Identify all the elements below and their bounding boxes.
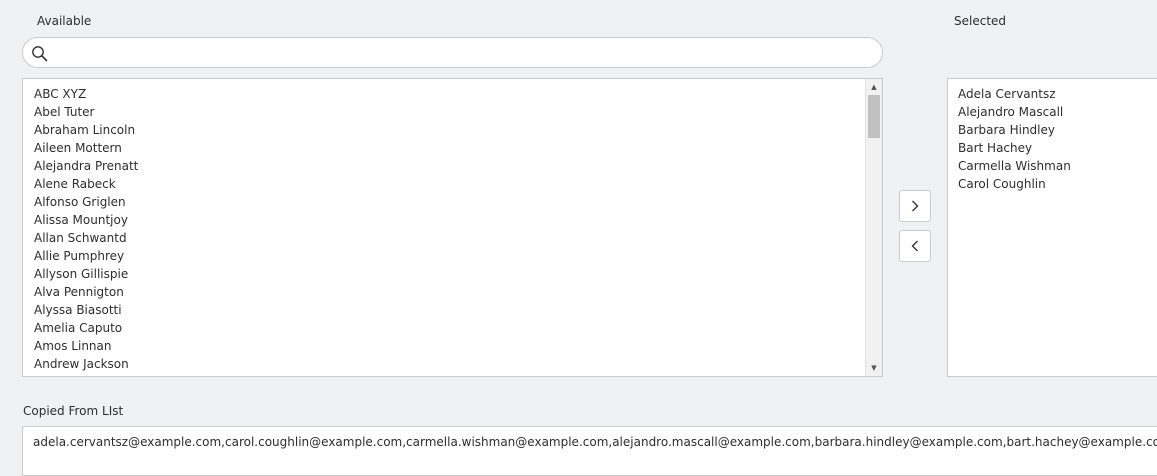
available-label: Available	[37, 14, 92, 28]
chevron-left-icon	[911, 240, 918, 252]
available-scrollbar[interactable]: ▲ ▼	[865, 79, 882, 376]
selected-label: Selected	[954, 14, 1007, 28]
scrollbar-thumb[interactable]	[868, 95, 880, 138]
available-list-item[interactable]: Amelia Caputo	[23, 319, 882, 337]
available-list-item[interactable]: Alva Pennigton	[23, 283, 882, 301]
available-list-item[interactable]: ABC XYZ	[23, 85, 882, 103]
available-list-item[interactable]: Alyssa Biasotti	[23, 301, 882, 319]
selected-list-item[interactable]: Carmella Wishman	[948, 157, 1157, 175]
copied-from-list-label: Copied From LIst	[23, 404, 124, 418]
available-list-item[interactable]: Allan Schwantd	[23, 229, 882, 247]
move-right-button[interactable]	[899, 190, 931, 222]
move-left-button[interactable]	[899, 230, 931, 262]
available-search[interactable]	[22, 37, 883, 68]
available-list-item[interactable]: Allie Pumphrey	[23, 247, 882, 265]
available-listbox[interactable]: ABC XYZ Abel Tuter Abraham Lincoln Aileen M…	[22, 78, 883, 377]
available-list-item[interactable]: Alfonso Griglen	[23, 193, 882, 211]
selected-listbox[interactable]: Adela Cervantsz Alejandro Mascall Barbara …	[947, 78, 1157, 377]
available-list-item[interactable]: Aileen Mottern	[23, 139, 882, 157]
scroll-down-arrow-icon[interactable]: ▼	[866, 361, 882, 375]
selected-list-item[interactable]: Adela Cervantsz	[948, 85, 1157, 103]
search-input[interactable]	[53, 42, 873, 64]
selected-list-item[interactable]: Bart Hachey	[948, 139, 1157, 157]
available-list-item[interactable]: Alene Rabeck	[23, 175, 882, 193]
scroll-up-arrow-icon[interactable]: ▲	[866, 80, 882, 94]
available-list-item[interactable]: Allyson Gillispie	[23, 265, 882, 283]
available-list-item[interactable]: Andrew Jackson	[23, 355, 882, 373]
available-list-item[interactable]: Alejandra Prenatt	[23, 157, 882, 175]
available-list-item[interactable]: Amos Linnan	[23, 337, 882, 355]
chevron-right-icon	[912, 200, 919, 212]
available-list-item[interactable]: Alissa Mountjoy	[23, 211, 882, 229]
selected-items: Adela Cervantsz Alejandro Mascall Barbara …	[948, 79, 1157, 193]
selected-list-item[interactable]: Barbara Hindley	[948, 121, 1157, 139]
available-list-item[interactable]: Abel Tuter	[23, 103, 882, 121]
available-list-item[interactable]: Abraham Lincoln	[23, 121, 882, 139]
available-items: ABC XYZ Abel Tuter Abraham Lincoln Aileen M…	[23, 79, 882, 373]
search-icon	[32, 46, 48, 62]
selected-list-item[interactable]: Carol Coughlin	[948, 175, 1157, 193]
selected-list-item[interactable]: Alejandro Mascall	[948, 103, 1157, 121]
